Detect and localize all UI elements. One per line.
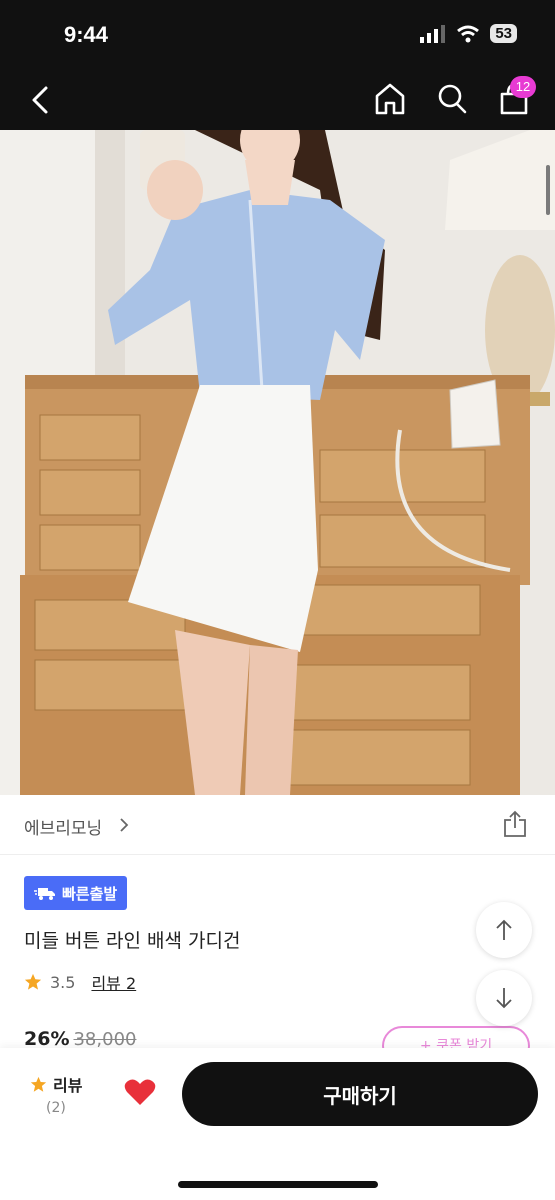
search-icon[interactable] — [436, 82, 468, 116]
bottom-review-label[interactable]: 리뷰 — [30, 1072, 82, 1096]
discount-rate: 26% — [24, 1028, 70, 1050]
back-arrow-icon[interactable] — [26, 82, 56, 118]
original-price: 38,000 — [73, 1029, 137, 1050]
bottom-review-text: 리뷰 — [53, 1076, 83, 1095]
home-icon[interactable] — [374, 82, 406, 116]
scroll-bottom-button[interactable] — [476, 970, 532, 1026]
price-row: 26% 38,000 — [24, 1028, 136, 1050]
home-indicator — [178, 1181, 378, 1188]
bottom-review-count: (2) — [46, 1100, 66, 1116]
battery-indicator: 53 — [490, 24, 517, 43]
heart-icon[interactable] — [124, 1078, 156, 1106]
wifi-icon — [457, 25, 480, 42]
share-icon[interactable] — [502, 810, 528, 838]
arrow-up-icon — [496, 919, 512, 940]
product-title: 미들 버튼 라인 배색 가디건 — [24, 930, 241, 952]
status-bar: 9:44 53 — [0, 0, 555, 70]
cart-count-badge: 12 — [510, 76, 536, 98]
bottom-action-bar: 리뷰 (2) 구매하기 — [0, 1048, 555, 1200]
fast-shipping-label: 빠른출발 — [62, 884, 118, 903]
product-image[interactable] — [0, 130, 555, 795]
buy-button[interactable]: 구매하기 — [182, 1062, 538, 1126]
status-time: 9:44 — [64, 22, 109, 47]
image-scroll-indicator — [546, 165, 550, 215]
signal-icon — [420, 24, 446, 43]
rating-value: 3.5 — [50, 972, 76, 992]
arrow-down-icon — [496, 988, 512, 1009]
star-icon — [30, 1076, 47, 1092]
fast-shipping-badge: 빠른출발 — [24, 876, 128, 910]
truck-icon — [34, 888, 55, 900]
chevron-right-icon — [120, 818, 129, 832]
status-icons: 53 — [420, 24, 517, 43]
star-icon — [24, 973, 42, 990]
product-photo-illustration — [0, 130, 555, 795]
rating-row: 3.5 리뷰 2 — [24, 970, 136, 994]
scroll-top-button[interactable] — [476, 902, 532, 958]
brand-name[interactable]: 에브리모닝 — [24, 814, 102, 839]
top-nav — [0, 70, 555, 130]
review-link[interactable]: 리뷰 2 — [91, 970, 136, 994]
brand-row[interactable]: 에브리모닝 — [0, 796, 555, 855]
